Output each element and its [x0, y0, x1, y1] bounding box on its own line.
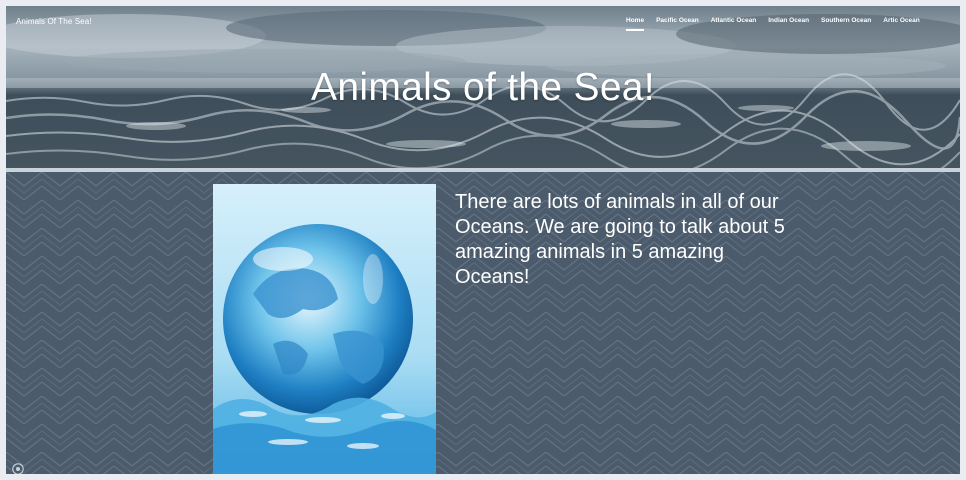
nav-home[interactable]: Home — [626, 17, 645, 31]
globe-image — [213, 184, 436, 474]
hero-banner: Animals Of The Sea! Home Pacific Ocean A… — [6, 6, 960, 168]
nav-southern-ocean[interactable]: Southern Ocean — [821, 17, 871, 24]
nav-indian-ocean[interactable]: Indian Ocean — [768, 17, 809, 24]
intro-text: There are lots of animals in all of our … — [455, 191, 785, 288]
page-frame: Animals Of The Sea! Home Pacific Ocean A… — [6, 6, 960, 474]
nav-artic-ocean[interactable]: Artic Ocean — [883, 17, 920, 24]
main-nav: Home Pacific Ocean Atlantic Ocean Indian… — [626, 17, 932, 31]
nav-atlantic-ocean[interactable]: Atlantic Ocean — [711, 17, 757, 24]
nav-pacific-ocean[interactable]: Pacific Ocean — [656, 17, 699, 24]
settings-icon[interactable] — [12, 462, 24, 474]
main-content: There are lots of animals in all of our … — [6, 172, 960, 474]
hero-title: Animals of the Sea! — [311, 66, 655, 109]
site-title[interactable]: Animals Of The Sea! — [16, 17, 92, 26]
